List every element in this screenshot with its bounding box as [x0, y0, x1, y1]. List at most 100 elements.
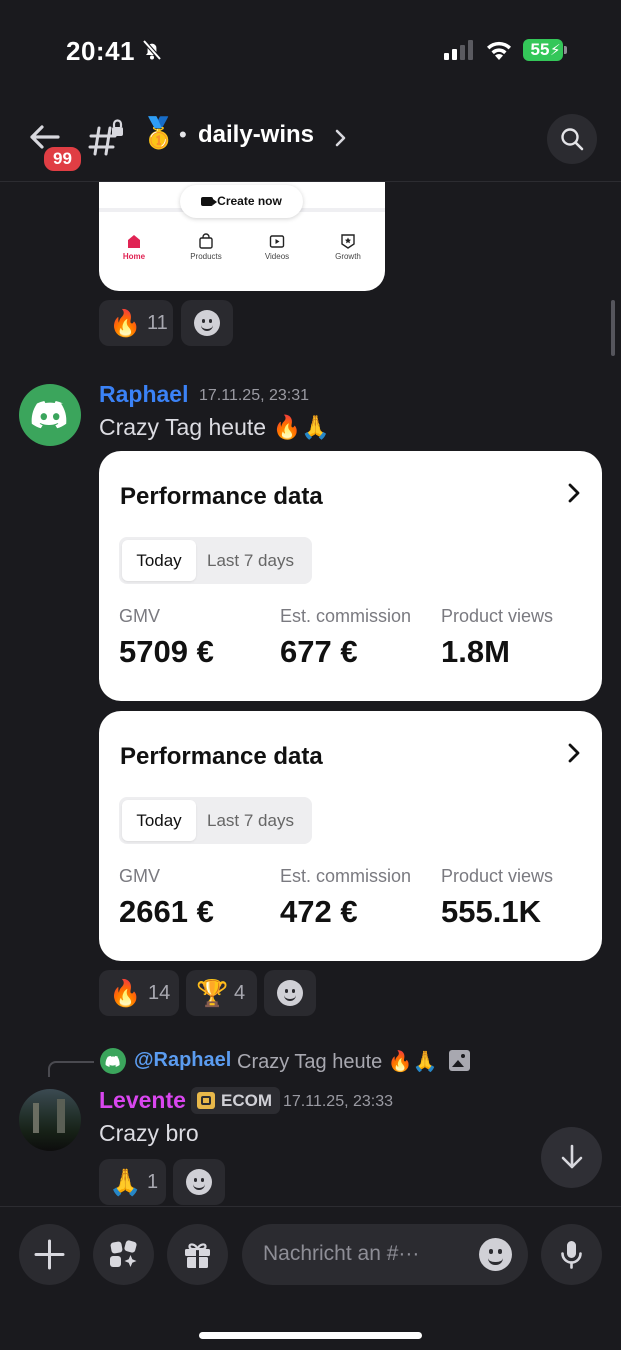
camera-icon	[201, 197, 218, 206]
charging-icon: ⚡	[550, 42, 561, 59]
chevron-right-icon[interactable]	[333, 128, 347, 148]
tab-today: Today	[122, 540, 196, 581]
avatar[interactable]	[19, 384, 81, 446]
tab-products: Products	[171, 233, 241, 261]
image-icon	[449, 1050, 470, 1071]
metric-value-gmv: 2661 €	[119, 894, 214, 929]
reaction-fire[interactable]: 🔥 11	[99, 300, 173, 346]
reply-preview-text[interactable]: Crazy Tag heute 🔥🙏	[237, 1049, 438, 1074]
add-reaction-button[interactable]	[264, 970, 316, 1016]
period-toggle: Today Last 7 days	[119, 537, 312, 584]
status-bar: 20:41 55 ⚡	[0, 0, 621, 100]
smiley-icon	[277, 980, 303, 1006]
smiley-icon	[194, 310, 220, 336]
reaction-count: 11	[147, 312, 168, 334]
metric-value-views: 555.1K	[441, 894, 541, 929]
metric-value-views: 1.8M	[441, 634, 510, 669]
metric-label-views: Product views	[441, 866, 554, 886]
metric-label-gmv: GMV	[119, 606, 161, 626]
reply-mention[interactable]: @Raphael	[134, 1049, 231, 1072]
message-input[interactable]: Nachricht an #···	[242, 1224, 528, 1285]
message-timestamp: 17.11.25, 23:33	[283, 1093, 394, 1110]
reaction-count: 4	[234, 982, 246, 1004]
gift-button[interactable]	[167, 1224, 228, 1285]
private-channel-icon	[88, 119, 123, 156]
reply-connector	[48, 1061, 94, 1077]
channel-separator: •	[179, 122, 187, 147]
card-title: Performance data	[120, 743, 323, 770]
medal-icon: 🥇	[140, 117, 178, 150]
add-attachment-button[interactable]	[19, 1224, 80, 1285]
gift-icon	[185, 1243, 210, 1268]
metric-value-commission: 472 €	[280, 894, 358, 929]
discord-logo-icon	[105, 1055, 120, 1067]
message-input-placeholder: Nachricht an #···	[263, 1242, 420, 1265]
chevron-right-icon	[568, 743, 580, 763]
pray-emoji: 🙏	[109, 1167, 142, 1197]
discord-logo-icon	[31, 401, 67, 429]
performance-card[interactable]: Performance data Today Last 7 days GMV 5…	[99, 451, 602, 701]
message-timestamp: 17.11.25, 23:31	[199, 387, 310, 404]
card-title: Performance data	[120, 483, 323, 510]
jump-to-bottom-button[interactable]	[541, 1127, 602, 1188]
attachment-image[interactable]: Create now Home Products Videos Growth	[99, 182, 385, 291]
message-composer: Nachricht an #···	[0, 1206, 621, 1350]
scrollbar[interactable]	[611, 300, 615, 356]
server-tag[interactable]: ECOM	[191, 1087, 280, 1114]
reaction-trophy[interactable]: 🏆 4	[186, 970, 257, 1016]
microphone-icon	[561, 1241, 582, 1269]
tab-today: Today	[122, 800, 196, 841]
reply-avatar	[100, 1048, 126, 1074]
metric-label-gmv: GMV	[119, 866, 161, 886]
metric-label-views: Product views	[441, 606, 554, 626]
trophy-emoji: 🏆	[196, 978, 229, 1008]
tag-icon	[197, 1092, 215, 1109]
reaction-pray[interactable]: 🙏 1	[99, 1159, 166, 1205]
unread-badge: 99	[42, 145, 83, 173]
video-icon	[269, 235, 285, 248]
metric-label-commission: Est. commission	[280, 606, 412, 626]
create-now-button: Create now	[180, 185, 303, 218]
metric-value-commission: 677 €	[280, 634, 358, 669]
plus-icon	[34, 1239, 65, 1270]
search-button[interactable]	[547, 114, 597, 164]
voice-message-button[interactable]	[541, 1224, 602, 1285]
tab-videos: Videos	[242, 233, 312, 261]
apps-button[interactable]	[93, 1224, 154, 1285]
tab-last-7-days: Last 7 days	[207, 811, 294, 830]
search-icon	[561, 128, 584, 151]
add-reaction-button[interactable]	[181, 300, 233, 346]
apps-icon	[110, 1240, 137, 1267]
shopping-bag-icon	[199, 233, 213, 249]
signal-icon	[444, 40, 473, 60]
channel-name[interactable]: daily-wins	[198, 121, 314, 149]
period-toggle: Today Last 7 days	[119, 797, 312, 844]
home-indicator	[199, 1332, 422, 1339]
bell-off-icon	[142, 39, 162, 61]
arrow-down-icon	[561, 1144, 583, 1169]
metric-value-gmv: 5709 €	[119, 634, 214, 669]
reaction-count: 1	[147, 1171, 159, 1193]
chevron-right-icon	[568, 483, 580, 503]
smiley-icon	[186, 1169, 212, 1195]
performance-card[interactable]: Performance data Today Last 7 days GMV 2…	[99, 711, 602, 961]
emoji-picker-icon[interactable]	[479, 1238, 512, 1271]
battery-indicator: 55 ⚡	[523, 39, 567, 61]
channel-header: 99 🥇 • daily-wins	[0, 100, 621, 182]
message-author[interactable]: Levente	[99, 1087, 186, 1114]
status-time: 20:41	[66, 36, 135, 66]
add-reaction-button[interactable]	[173, 1159, 225, 1205]
home-icon	[128, 235, 140, 248]
fire-emoji: 🔥	[109, 308, 142, 338]
avatar[interactable]	[19, 1089, 81, 1151]
metric-label-commission: Est. commission	[280, 866, 412, 886]
wifi-icon	[487, 41, 511, 60]
reaction-fire[interactable]: 🔥 14	[99, 970, 179, 1016]
message-author[interactable]: Raphael	[99, 381, 188, 408]
tab-last-7-days: Last 7 days	[207, 551, 294, 570]
message-text: Crazy Tag heute 🔥🙏	[99, 414, 330, 440]
badge-icon	[341, 234, 355, 249]
fire-emoji: 🔥	[109, 978, 142, 1008]
reaction-count: 14	[148, 982, 171, 1004]
message-text: Crazy bro	[99, 1120, 199, 1146]
